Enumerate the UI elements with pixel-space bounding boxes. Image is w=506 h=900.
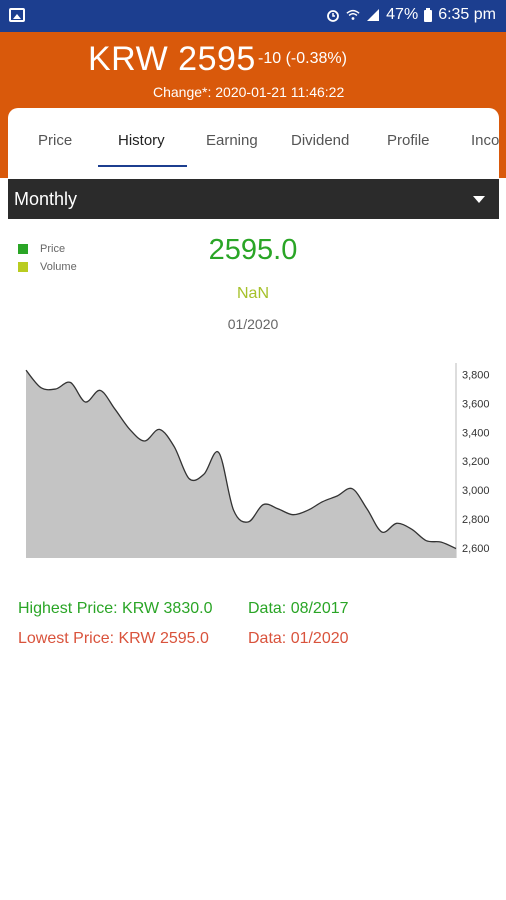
y-tick-label: 3,400	[462, 427, 490, 439]
status-bar: 47% 6:35 pm	[0, 0, 506, 32]
tab-earning[interactable]: Earning	[206, 132, 258, 149]
highest-price: Highest Price: KRW 3830.0	[18, 600, 213, 617]
y-tick-label: 3,600	[462, 398, 490, 410]
period-label: Monthly	[14, 189, 78, 209]
selected-price: 2595.0	[208, 234, 298, 266]
tab-dividend[interactable]: Dividend	[291, 132, 349, 149]
price-change: -10 (-0.38%)	[258, 50, 347, 67]
alarm-icon	[327, 10, 340, 22]
highest-price-date: Data: 08/2017	[248, 600, 349, 617]
dropdown-arrow-icon	[473, 196, 485, 203]
tab-price[interactable]: Price	[38, 132, 72, 149]
lowest-price-date: Data: 01/2020	[248, 630, 349, 647]
y-tick-label: 3,200	[462, 456, 490, 468]
period-dropdown[interactable]: Monthly	[8, 179, 499, 219]
price-history-chart[interactable]: 2,600 2,800 3,000 3,200 3,400 3,600 3,800	[0, 355, 506, 570]
tab-history[interactable]: History	[118, 132, 165, 149]
battery-percent: 47%	[386, 6, 419, 23]
current-price: KRW 2595	[88, 40, 256, 78]
y-tick-label: 3,800	[462, 370, 490, 382]
selected-volume: NaN	[236, 285, 269, 302]
y-tick-label: 2,600	[462, 543, 490, 555]
tab-bar: Price History Earning Dividend Profile I…	[8, 108, 499, 170]
wifi-icon	[346, 9, 360, 20]
change-timestamp: Change*: 2020-01-21 11:46:22	[153, 84, 345, 100]
clock: 6:35 pm	[438, 6, 496, 23]
battery-icon	[424, 8, 433, 22]
image-icon	[9, 8, 25, 22]
signal-icon	[367, 9, 380, 21]
selected-date: 01/2020	[227, 316, 279, 332]
active-tab-indicator	[98, 165, 187, 167]
lowest-price: Lowest Price: KRW 2595.0	[18, 630, 209, 647]
tab-profile[interactable]: Profile	[387, 132, 430, 149]
y-tick-label: 2,800	[462, 514, 490, 526]
y-tick-label: 3,000	[462, 485, 490, 497]
tab-income[interactable]: Inco	[471, 132, 499, 149]
